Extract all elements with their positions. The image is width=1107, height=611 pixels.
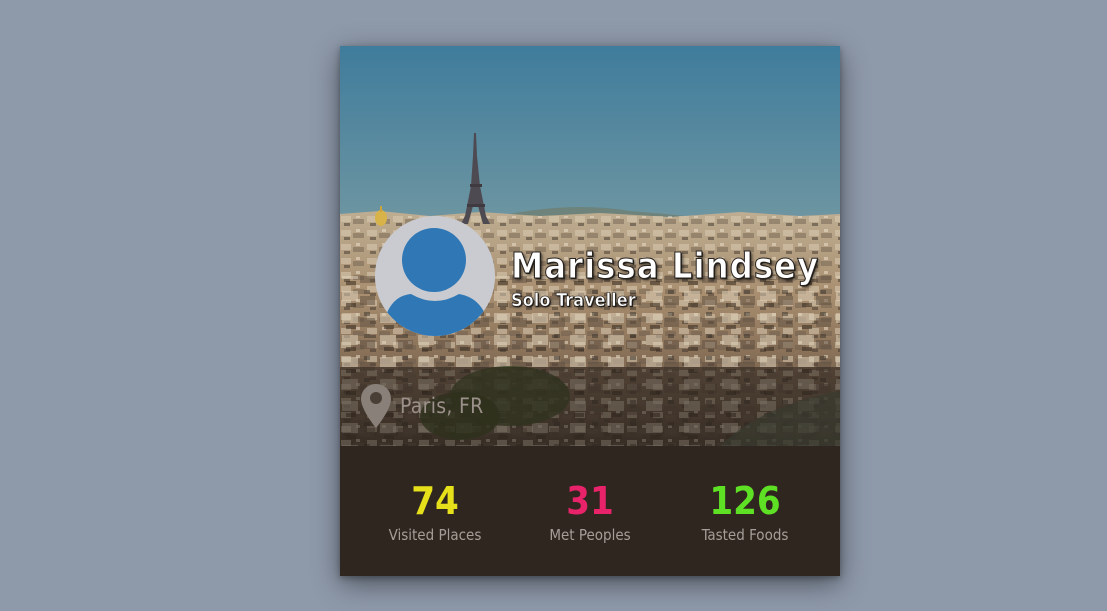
stat-label: Met Peoples [549, 526, 631, 544]
stat-value: 31 [566, 479, 614, 523]
stat-value: 126 [709, 479, 781, 523]
stat-tasted-foods: 126 Tasted Foods [665, 481, 825, 544]
stat-visited-places: 74 Visited Places [355, 481, 515, 544]
stat-value: 74 [411, 479, 459, 523]
profile-subtitle: Solo Traveller [511, 290, 636, 312]
map-pin-icon [359, 382, 393, 430]
user-silhouette-icon [375, 216, 495, 336]
stat-met-peoples: 31 Met Peoples [510, 481, 670, 544]
stat-label: Visited Places [388, 526, 482, 544]
profile-card: Paris, FR Marissa Lindsey Solo Traveller… [340, 46, 840, 576]
avatar[interactable] [375, 216, 495, 336]
stats-section: 74 Visited Places 31 Met Peoples 126 Tas… [340, 446, 840, 576]
profile-name: Marissa Lindsey [510, 246, 820, 288]
location-bar: Paris, FR [340, 367, 840, 446]
location-label: Paris, FR [400, 394, 484, 418]
stat-label: Tasted Foods [701, 526, 789, 544]
